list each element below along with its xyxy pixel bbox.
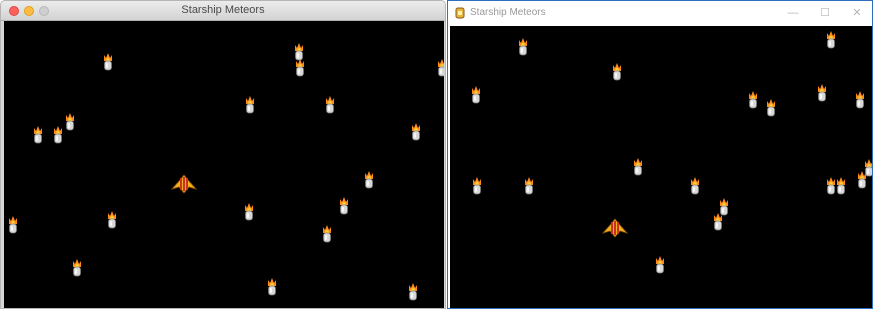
- maximize-button[interactable]: ☐: [812, 4, 838, 22]
- player-starship[interactable]: [171, 174, 197, 194]
- window-titlebar[interactable]: Starship Meteors — ☐ ✕: [448, 1, 872, 26]
- meteor: [411, 123, 421, 141]
- meteor: [53, 126, 63, 144]
- app-icon: [455, 7, 465, 19]
- meteor: [72, 259, 82, 277]
- meteor: [766, 99, 776, 117]
- game-window-right: Starship Meteors — ☐ ✕: [447, 0, 873, 309]
- meteor: [472, 177, 482, 195]
- game-canvas[interactable]: [450, 26, 872, 308]
- meteor: [655, 256, 665, 274]
- meteor: [826, 31, 836, 49]
- game-canvas[interactable]: [4, 21, 444, 308]
- meteor: [713, 213, 723, 231]
- meteor: [826, 177, 836, 195]
- meteor: [817, 84, 827, 102]
- meteor: [244, 203, 254, 221]
- meteor: [325, 96, 335, 114]
- meteor: [33, 126, 43, 144]
- meteor: [612, 63, 622, 81]
- window-title: Starship Meteors: [470, 7, 546, 18]
- meteor: [855, 91, 865, 109]
- meteor: [65, 113, 75, 131]
- meteor: [408, 283, 418, 301]
- meteor: [633, 158, 643, 176]
- meteor: [107, 211, 117, 229]
- meteor: [864, 159, 872, 177]
- meteor: [295, 59, 305, 77]
- window-title: Starship Meteors: [181, 4, 265, 16]
- meteor: [518, 38, 528, 56]
- meteor: [836, 177, 846, 195]
- meteor: [267, 278, 277, 296]
- meteor: [8, 216, 18, 234]
- meteor: [748, 91, 758, 109]
- close-button[interactable]: ✕: [844, 4, 870, 22]
- player-starship[interactable]: [602, 218, 628, 238]
- game-window-left: Starship Meteors: [0, 0, 446, 309]
- meteor: [690, 177, 700, 195]
- meteor: [339, 197, 349, 215]
- meteor: [471, 86, 481, 104]
- meteor: [364, 171, 374, 189]
- window-titlebar[interactable]: Starship Meteors: [1, 1, 445, 21]
- meteor: [103, 53, 113, 71]
- minimize-button[interactable]: —: [780, 4, 806, 22]
- meteor: [322, 225, 332, 243]
- meteor: [245, 96, 255, 114]
- meteor: [437, 59, 444, 77]
- meteor: [524, 177, 534, 195]
